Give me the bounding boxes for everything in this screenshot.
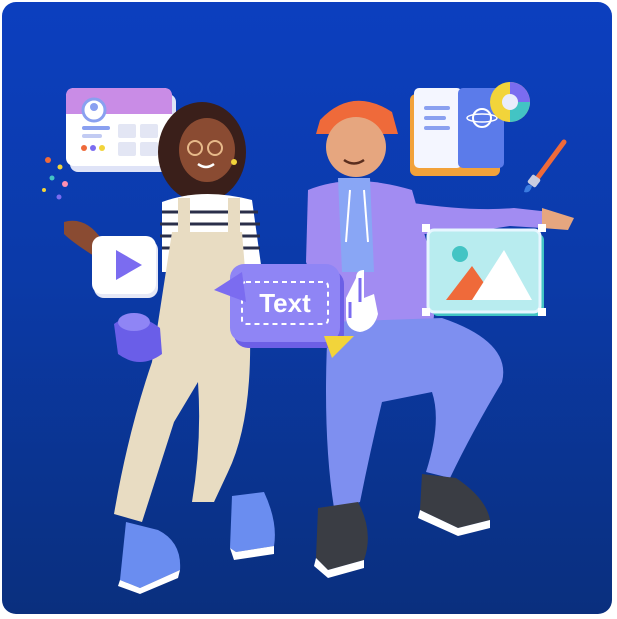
book-icon bbox=[410, 88, 504, 176]
hero-illustration-card: Text bbox=[2, 2, 612, 614]
image-frame-icon bbox=[422, 224, 546, 316]
color-wheel-icon bbox=[490, 82, 530, 122]
paintbrush-icon bbox=[524, 139, 567, 193]
cylinder-shape bbox=[114, 313, 162, 362]
text-box-label: Text bbox=[259, 288, 311, 318]
illustration-canvas: Text bbox=[42, 82, 574, 594]
confetti-icon bbox=[42, 157, 68, 200]
woman-figure bbox=[64, 102, 275, 594]
play-button-icon bbox=[92, 236, 158, 298]
